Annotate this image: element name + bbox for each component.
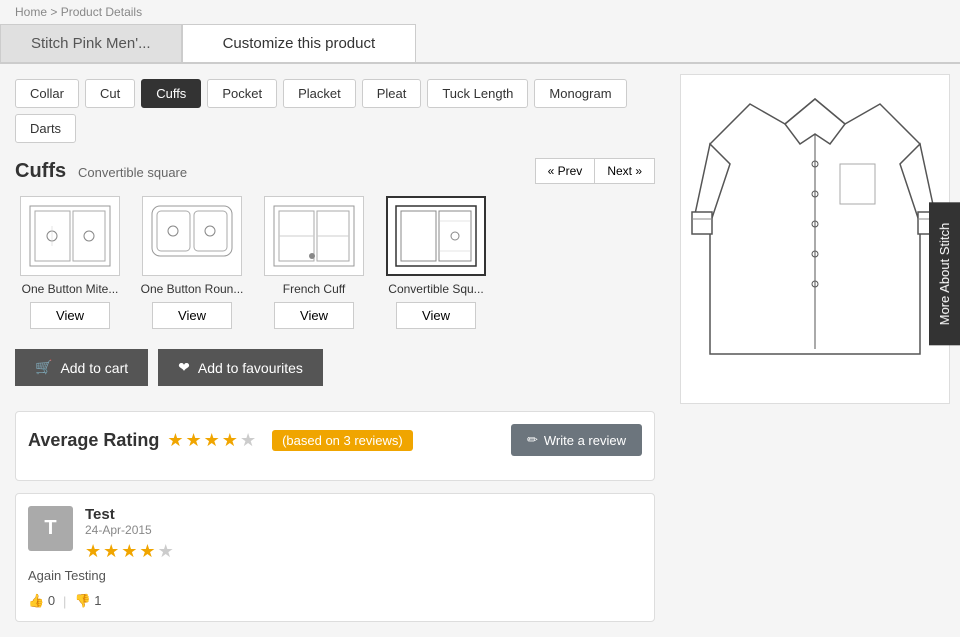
rating-section: Average Rating ★ ★ ★ ★ ★ (based on 3 rev… [15,411,655,481]
cuff-card-2: One Button Roun... View [137,196,247,329]
pencil-icon: ✏ [527,432,538,448]
shirt-illustration [680,74,950,404]
options-row: Collar Cut Cuffs Pocket Placket Pleat Tu… [15,79,655,143]
like-button[interactable]: 👍 0 [28,593,55,609]
write-review-button[interactable]: ✏ Write a review [511,424,642,456]
feedback-divider: | [63,594,66,609]
r-star-1: ★ [85,541,101,562]
cuff-name-1: One Button Mite... [22,282,119,296]
action-buttons: 🛒 Add to cart ❤ Add to favourites [15,349,655,386]
prev-button[interactable]: « Prev [535,158,595,184]
add-to-cart-button[interactable]: 🛒 Add to cart [15,349,148,386]
cart-icon: 🛒 [35,359,52,376]
product-tabs: Stitch Pink Men'... Customize this produ… [0,24,960,64]
section-subtitle: Convertible square [78,165,187,180]
opt-pleat[interactable]: Pleat [362,79,422,108]
cuff-card-3: French Cuff View [259,196,369,329]
cuff-img-4[interactable] [386,196,486,276]
cuff-img-3[interactable] [264,196,364,276]
like-count: 0 [48,593,55,608]
view-btn-4[interactable]: View [396,302,476,329]
rating-stars: ★ ★ ★ ★ ★ [167,430,256,451]
cuff-card-1: One Button Mite... View [15,196,125,329]
review-card: T Test 24-Apr-2015 ★ ★ ★ ★ ★ [15,493,655,622]
opt-cut[interactable]: Cut [85,79,135,108]
reviewer-avatar: T [28,506,73,551]
add-to-favourites-button[interactable]: ❤ Add to favourites [158,349,323,386]
cuff-card-4: Convertible Squ... View [381,196,491,329]
review-text: Again Testing [28,568,642,583]
reviewer-date: 24-Apr-2015 [85,523,174,537]
cuff-name-2: One Button Roun... [141,282,244,296]
cuff-img-2[interactable] [142,196,242,276]
cuff-name-4: Convertible Squ... [388,282,483,296]
opt-placket[interactable]: Placket [283,79,356,108]
opt-collar[interactable]: Collar [15,79,79,108]
review-stars: ★ ★ ★ ★ ★ [85,541,174,562]
view-btn-1[interactable]: View [30,302,110,329]
thumbs-up-icon: 👍 [28,593,44,608]
cuff-img-1[interactable] [20,196,120,276]
opt-cuffs[interactable]: Cuffs [141,79,201,108]
dislike-button[interactable]: 👎 1 [74,593,101,609]
review-count: (based on 3 reviews) [272,430,413,451]
breadcrumb-home[interactable]: Home [15,5,47,19]
r-star-5: ★ [158,541,174,562]
star-5: ★ [240,430,256,451]
next-button[interactable]: Next » [594,158,655,184]
section-title: Cuffs [15,160,66,182]
breadcrumb-product[interactable]: Product Details [61,5,142,19]
opt-monogram[interactable]: Monogram [534,79,626,108]
star-4: ★ [222,430,238,451]
dislike-count: 1 [94,593,101,608]
heart-icon: ❤ [178,359,190,376]
r-star-2: ★ [103,541,119,562]
thumbs-down-icon: 👎 [74,593,90,608]
star-2: ★ [186,430,202,451]
opt-darts[interactable]: Darts [15,114,76,143]
reviewer-name: Test [85,506,174,523]
view-btn-3[interactable]: View [274,302,354,329]
tab-stitch[interactable]: Stitch Pink Men'... [0,24,182,62]
more-about-stitch-tab[interactable]: More About Stitch [929,202,960,345]
opt-tuck-length[interactable]: Tuck Length [427,79,528,108]
view-btn-2[interactable]: View [152,302,232,329]
r-star-4: ★ [139,541,155,562]
fav-label: Add to favourites [198,360,303,376]
star-3: ★ [204,430,220,451]
cuff-cards: One Button Mite... View One B [15,196,655,329]
write-review-label: Write a review [544,433,626,448]
r-star-3: ★ [121,541,137,562]
star-1: ★ [167,430,183,451]
cuff-name-3: French Cuff [283,282,345,296]
cart-label: Add to cart [60,360,128,376]
breadcrumb: Home > Product Details [0,0,960,24]
rating-title: Average Rating [28,430,159,451]
tab-customize[interactable]: Customize this product [182,24,417,62]
opt-pocket[interactable]: Pocket [207,79,277,108]
